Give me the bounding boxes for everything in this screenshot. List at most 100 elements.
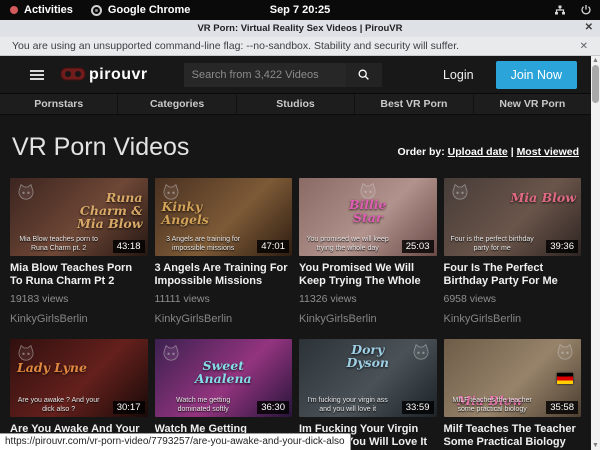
thumb-overlay-title: Mia Blow — [511, 191, 576, 204]
login-link[interactable]: Login — [443, 68, 474, 82]
infobar-message: You are using an unsupported command-lin… — [0, 40, 459, 52]
hamburger-menu-icon[interactable] — [30, 70, 44, 80]
chrome-infobar: You are using an unsupported command-lin… — [0, 37, 600, 56]
view-count: 19183 views — [10, 293, 148, 305]
view-count: 11326 views — [299, 293, 437, 305]
video-thumbnail[interactable]: Mia Blow MILF teaches the teacher some p… — [444, 339, 582, 417]
main-nav: PornstarsCategoriesStudiosBest VR PornNe… — [0, 94, 591, 115]
duration-badge: 33:59 — [402, 401, 434, 414]
video-thumbnail[interactable]: Mia Blow Four is the perfect birthday pa… — [444, 178, 582, 256]
german-flag-icon — [557, 373, 573, 384]
video-card[interactable]: Mia Blow MILF teaches the teacher some p… — [444, 339, 582, 450]
thumb-overlay-title: Billie Star — [333, 198, 402, 224]
view-count: 6958 views — [444, 293, 582, 305]
search-icon — [357, 68, 370, 81]
search-button[interactable] — [346, 63, 382, 87]
search-bar — [184, 63, 382, 87]
duration-badge: 36:30 — [257, 401, 289, 414]
video-grid: Runa Charm & Mia Blow Mia Blow teaches p… — [0, 178, 591, 450]
video-title[interactable]: You Promised We Will Keep Trying The Who… — [299, 262, 437, 287]
order-by-label: Order by: — [397, 146, 444, 158]
studio-mask-icon — [411, 343, 431, 361]
thumb-caption: You promised we will keep trying the who… — [305, 235, 390, 253]
video-title[interactable]: Mia Blow Teaches Porn To Runa Charm Pt 2 — [10, 262, 148, 287]
video-thumbnail[interactable]: Dory Dyson I'm fucking your virgin ass a… — [299, 339, 437, 417]
video-thumbnail[interactable]: Runa Charm & Mia Blow Mia Blow teaches p… — [10, 178, 148, 256]
app-menu-google-chrome[interactable]: Google Chrome — [91, 4, 191, 16]
recording-indicator-dot — [10, 6, 18, 14]
nav-item-studios[interactable]: Studios — [237, 94, 355, 114]
page-title: VR Porn Videos — [12, 133, 189, 162]
scrollbar[interactable]: ▲ ▼ — [591, 56, 600, 450]
video-card[interactable]: Mia Blow Four is the perfect birthday pa… — [444, 178, 582, 325]
thumb-caption: 3 Angels are training for impossible mis… — [161, 235, 246, 253]
scrollbar-down-arrow[interactable]: ▼ — [591, 441, 600, 450]
window-close-button[interactable]: ✕ — [585, 22, 593, 33]
vr-headset-icon — [60, 67, 86, 82]
nav-item-new-vr-porn[interactable]: New VR Porn — [474, 94, 591, 114]
thumb-overlay-title: Dory Dyson — [333, 343, 402, 369]
activities-label: Activities — [24, 4, 73, 16]
video-thumbnail[interactable]: Lady Lyne Are you awake ? And your dick … — [10, 339, 148, 417]
order-most-viewed-link[interactable]: Most viewed — [517, 146, 579, 158]
thumb-caption: Watch me getting dominated softly — [161, 396, 246, 414]
thumb-overlay-title: Lady Lyne — [17, 361, 87, 374]
order-separator: | — [511, 146, 514, 158]
studio-link[interactable]: KinkyGirlsBerlin — [299, 313, 437, 325]
studio-mask-icon — [161, 344, 181, 362]
chrome-icon — [91, 5, 102, 16]
duration-badge: 25:03 — [402, 240, 434, 253]
video-card[interactable]: Billie Star You promised we will keep tr… — [299, 178, 437, 325]
order-upload-date-link[interactable]: Upload date — [448, 146, 508, 158]
nav-item-best-vr-porn[interactable]: Best VR Porn — [355, 94, 473, 114]
thumb-overlay-title: Runa Charm & Mia Blow — [63, 191, 143, 230]
video-card[interactable]: Runa Charm & Mia Blow Mia Blow teaches p… — [10, 178, 148, 325]
thumb-caption: I'm fucking your virgin ass and you will… — [305, 396, 390, 414]
search-input[interactable] — [184, 63, 346, 87]
status-bar-url: https://pirouvr.com/vr-porn-video/779325… — [0, 433, 351, 450]
duration-badge: 43:18 — [113, 240, 145, 253]
site-logo[interactable]: pirouvr — [60, 66, 148, 84]
thumb-caption: Four is the perfect birthday party for m… — [450, 235, 535, 253]
clock[interactable]: Sep 7 20:25 — [270, 4, 331, 16]
order-by: Order by: Upload date | Most viewed — [397, 146, 579, 162]
video-thumbnail[interactable]: Kinky Angels 3 Angels are training for i… — [155, 178, 293, 256]
studio-mask-icon — [450, 183, 470, 201]
logo-text: pirouvr — [89, 66, 148, 84]
nav-item-pornstars[interactable]: Pornstars — [0, 94, 118, 114]
video-title[interactable]: Milf Teaches The Teacher Some Practical … — [444, 423, 582, 448]
duration-badge: 30:17 — [113, 401, 145, 414]
video-title[interactable]: Four Is The Perfect Birthday Party For M… — [444, 262, 582, 287]
thumb-caption: Mia Blow teaches porn to Runa Charm pt. … — [16, 235, 101, 253]
scrollbar-thumb[interactable] — [592, 65, 599, 103]
studio-mask-icon — [16, 183, 36, 201]
thumb-overlay-title: Sweet Analena — [189, 359, 258, 385]
activities-button[interactable]: Activities — [10, 4, 73, 16]
video-thumbnail[interactable]: Billie Star You promised we will keep tr… — [299, 178, 437, 256]
duration-badge: 47:01 — [257, 240, 289, 253]
studio-link[interactable]: KinkyGirlsBerlin — [10, 313, 148, 325]
screen: Activities Google Chrome Sep 7 20:25 — [0, 0, 600, 450]
thumb-caption: MILF teaches the teacher some practical … — [450, 396, 535, 414]
scrollbar-up-arrow[interactable]: ▲ — [591, 56, 600, 65]
window-title-bar: VR Porn: Virtual Reality Sex Videos | Pi… — [0, 20, 600, 37]
studio-link[interactable]: KinkyGirlsBerlin — [155, 313, 293, 325]
thumb-caption: Are you awake ? And your dick also ? — [16, 396, 101, 414]
network-icon[interactable] — [554, 4, 566, 16]
nav-item-categories[interactable]: Categories — [118, 94, 236, 114]
join-now-button[interactable]: Join Now — [496, 61, 577, 89]
duration-badge: 35:58 — [546, 401, 578, 414]
app-menu-label: Google Chrome — [108, 4, 191, 16]
video-title[interactable]: 3 Angels Are Training For Impossible Mis… — [155, 262, 293, 287]
video-thumbnail[interactable]: Sweet Analena Watch me getting dominated… — [155, 339, 293, 417]
system-top-bar: Activities Google Chrome Sep 7 20:25 — [0, 0, 600, 20]
video-card[interactable]: Kinky Angels 3 Angels are training for i… — [155, 178, 293, 325]
browser-viewport: pirouvr Login Join Now PornstarsCategori… — [0, 56, 600, 450]
infobar-close-button[interactable]: ✕ — [580, 41, 588, 52]
window-title: VR Porn: Virtual Reality Sex Videos | Pi… — [197, 23, 402, 34]
power-icon[interactable] — [580, 4, 592, 16]
duration-badge: 39:36 — [546, 240, 578, 253]
site-header: pirouvr Login Join Now — [0, 56, 591, 94]
studio-mask-icon — [555, 343, 575, 361]
studio-link[interactable]: KinkyGirlsBerlin — [444, 313, 582, 325]
